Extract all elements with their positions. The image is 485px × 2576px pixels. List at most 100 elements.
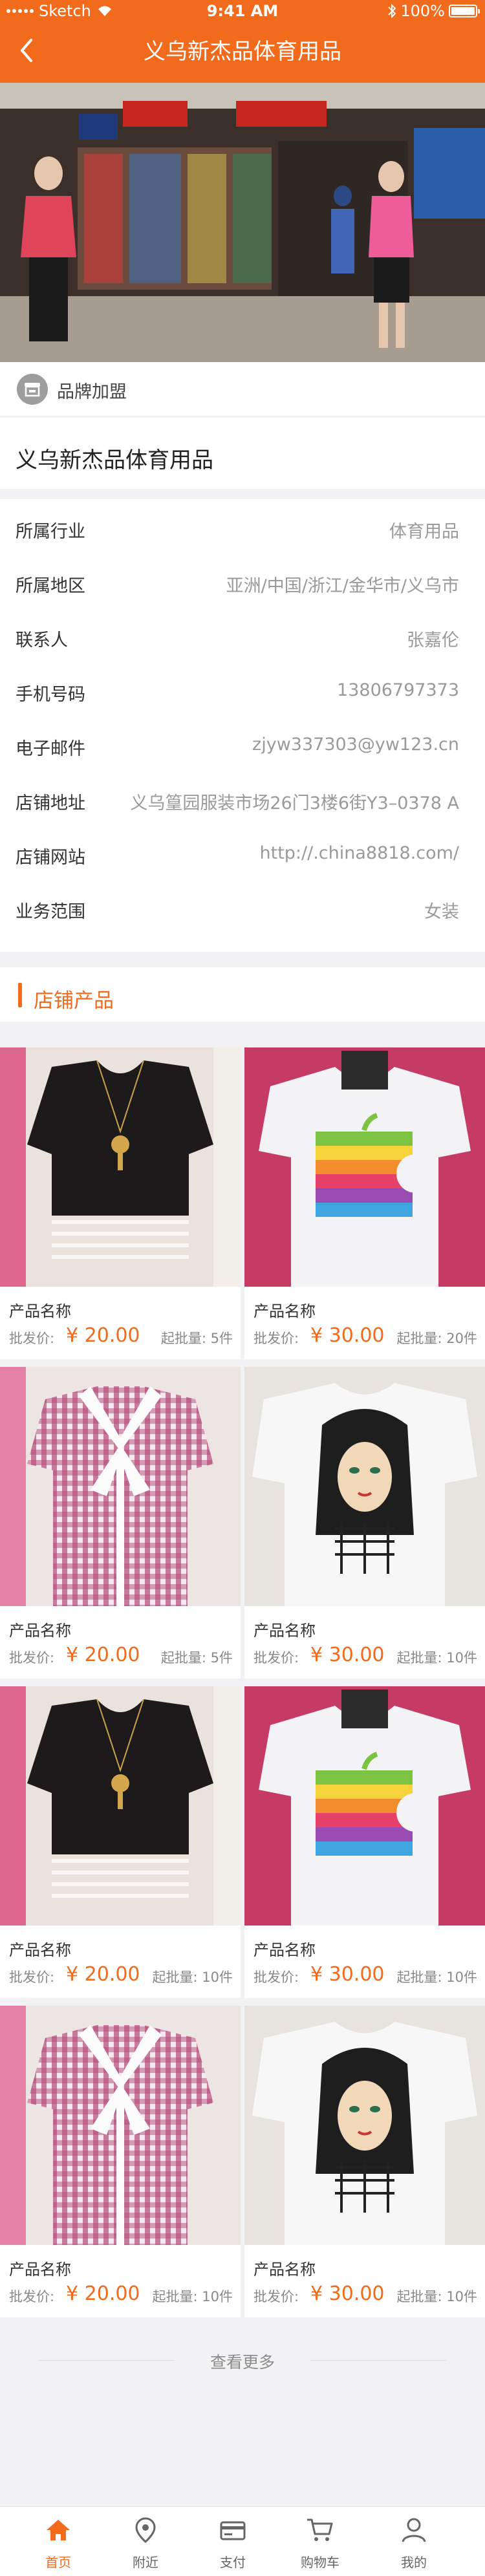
section-title: 店铺产品 — [34, 989, 114, 1013]
tab-label: 首页 — [45, 2555, 71, 2570]
website-link[interactable]: http://.china8818.com/ — [260, 843, 459, 863]
info-row-contact: 联系人 张嘉伦 — [0, 608, 485, 662]
product-name: 产品名称 — [9, 1302, 71, 1320]
load-more-button[interactable]: 查看更多 — [0, 2350, 485, 2373]
info-label: 店铺网站 — [16, 848, 85, 868]
product-image[interactable] — [0, 2006, 241, 2245]
product-image[interactable] — [244, 1047, 485, 1287]
info-row-industry: 所属行业 体育用品 — [0, 499, 485, 553]
storefront-photo — [0, 83, 485, 362]
email-address[interactable]: zjyw337303@yw123.cn — [252, 735, 459, 755]
min-order-qty: 起批量: 10件 — [396, 2289, 477, 2304]
product-price: ¥ 30.00 — [310, 1324, 385, 1347]
product-card[interactable]: 产品名称 批发价: ¥ 20.00 起批量: 5件 — [0, 1367, 241, 1679]
product-card[interactable]: 产品名称 批发价: ¥ 30.00 起批量: 10件 — [244, 2006, 485, 2317]
tab-home[interactable]: 首页 — [10, 2507, 107, 2576]
storefront-icon — [17, 374, 48, 405]
product-price: ¥ 20.00 — [66, 1644, 140, 1666]
store-name-box: 义乌新杰品体育用品 — [0, 418, 485, 489]
min-order-qty: 起批量: 5件 — [160, 1331, 233, 1346]
price-label: 批发价: — [9, 1970, 55, 1985]
product-name: 产品名称 — [9, 1941, 71, 1959]
product-card[interactable]: 产品名称批发价: ¥ 30.00 起批量: 20件 — [244, 1047, 485, 1359]
tab-label: 支付 — [220, 2555, 246, 2570]
tab-label: 附近 — [133, 2555, 158, 2570]
product-price: ¥ 20.00 — [66, 2282, 140, 2305]
section-accent-bar — [18, 983, 22, 1007]
store-name: 义乌新杰品体育用品 — [16, 447, 213, 473]
product-price: ¥ 20.00 — [66, 1963, 140, 1986]
battery-icon — [449, 5, 480, 17]
location-icon — [135, 2517, 156, 2543]
info-value: 张嘉伦 — [407, 630, 459, 650]
price-label: 批发价: — [9, 1331, 55, 1346]
info-row-phone[interactable]: 手机号码 13806797373 — [0, 662, 485, 716]
product-card[interactable]: 产品名称批发价: ¥ 20.00 起批量: 5件 — [0, 1047, 241, 1359]
page-title: 义乌新杰品体育用品 — [144, 39, 341, 65]
price-label: 批发价: — [9, 1650, 55, 1666]
product-price: ¥ 30.00 — [310, 1644, 385, 1666]
product-card[interactable]: 产品名称批发价: ¥ 20.00 起批量: 10件 — [0, 2006, 241, 2317]
product-price: ¥ 20.00 — [66, 1324, 140, 1347]
phone-number[interactable]: 13806797373 — [337, 680, 459, 700]
user-icon — [402, 2518, 426, 2542]
info-label: 所属行业 — [16, 522, 85, 542]
price-label: 批发价: — [253, 1331, 299, 1346]
info-value: 女装 — [424, 902, 459, 922]
product-image[interactable] — [0, 1686, 241, 1926]
tab-label: 我的 — [401, 2555, 427, 2570]
store-info-list: 所属行业 体育用品 所属地区 亚洲/中国/浙江/金华市/义乌市 联系人 张嘉伦 … — [0, 499, 485, 952]
info-row-email[interactable]: 电子邮件 zjyw337303@yw123.cn — [0, 716, 485, 771]
info-row-website[interactable]: 店铺网站 http://.china8818.com/ — [0, 825, 485, 879]
min-order-qty: 起批量: 5件 — [160, 1650, 233, 1666]
min-order-qty: 起批量: 10件 — [152, 2289, 233, 2304]
product-name: 产品名称 — [253, 1622, 316, 1640]
product-price: ¥ 30.00 — [310, 1963, 385, 1986]
load-more[interactable]: 查看更多 — [0, 2341, 485, 2379]
price-label: 批发价: — [253, 1650, 299, 1666]
info-value: 义乌篁园服装市场26门3楼6街Y3–0378 A — [130, 793, 459, 813]
product-card[interactable]: 产品名称 批发价: ¥ 30.00 起批量: 10件 — [244, 1686, 485, 1998]
tab-label: 购物车 — [301, 2555, 339, 2570]
min-order-qty: 起批量: 10件 — [396, 1650, 477, 1666]
tab-cart[interactable]: 购物车 — [272, 2507, 369, 2576]
product-card[interactable]: 产品名称 批发价: ¥ 20.00 起批量: 10件 — [0, 1686, 241, 1998]
bluetooth-icon — [388, 3, 396, 19]
info-label: 所属地区 — [16, 576, 85, 596]
tab-pay[interactable]: 支付 — [184, 2507, 281, 2576]
battery-percent: 100% — [400, 2, 445, 20]
brand-join-bar[interactable]: 品牌加盟 — [0, 362, 485, 416]
info-row-business-scope: 业务范围 女装 — [0, 879, 485, 934]
product-image[interactable] — [244, 2006, 485, 2245]
product-card[interactable]: 产品名称批发价: ¥ 30.00 起批量: 10件 — [244, 1367, 485, 1679]
product-price: ¥ 30.00 — [310, 2282, 385, 2305]
status-bar: Sketch 9:41 AM 100% — [0, 0, 485, 23]
product-image[interactable] — [0, 1047, 241, 1287]
header: Sketch 9:41 AM 100% 义乌新杰品体育用品 — [0, 0, 485, 83]
info-label: 联系人 — [16, 630, 68, 650]
info-row-region: 所属地区 亚洲/中国/浙江/金华市/义乌市 — [0, 553, 485, 608]
min-order-qty: 起批量: 10件 — [396, 1970, 477, 1985]
product-image[interactable] — [0, 1367, 241, 1606]
product-name: 产品名称 — [253, 1302, 316, 1320]
info-label: 店铺地址 — [16, 793, 85, 813]
info-row-address: 店铺地址 义乌篁园服装市场26门3楼6街Y3–0378 A — [0, 771, 485, 825]
home-icon — [47, 2520, 70, 2540]
info-value: 亚洲/中国/浙江/金华市/义乌市 — [226, 576, 459, 596]
tab-bar: 首页 附近 支付 购物车 我的 — [0, 2506, 485, 2576]
tab-nearby[interactable]: 附近 — [97, 2507, 194, 2576]
tab-mine[interactable]: 我的 — [365, 2507, 462, 2576]
divider — [310, 2360, 446, 2361]
info-value: 体育用品 — [389, 522, 459, 542]
product-name: 产品名称 — [253, 2260, 316, 2279]
product-name: 产品名称 — [9, 2260, 71, 2279]
cart-icon — [307, 2518, 333, 2541]
info-label: 电子邮件 — [16, 739, 85, 759]
product-name: 产品名称 — [253, 1941, 316, 1959]
min-order-qty: 起批量: 20件 — [396, 1331, 477, 1346]
price-label: 批发价: — [9, 2289, 55, 2304]
info-label: 业务范围 — [16, 902, 85, 922]
products-section-header: 店铺产品 — [0, 967, 485, 1022]
product-image[interactable] — [244, 1686, 485, 1926]
product-image[interactable] — [244, 1367, 485, 1606]
